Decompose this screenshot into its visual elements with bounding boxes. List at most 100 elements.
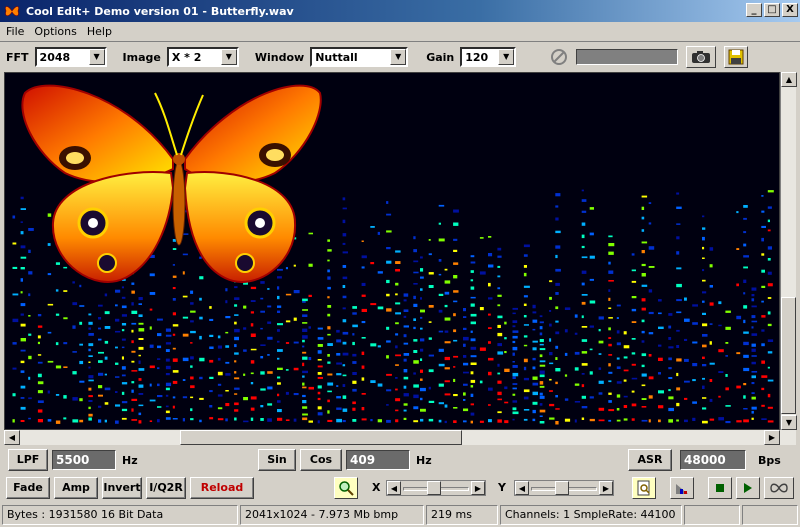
minimize-button[interactable]: _ [746, 3, 762, 17]
cos-button[interactable]: Cos [300, 449, 342, 471]
reload-button[interactable]: Reload [190, 477, 254, 499]
chevron-down-icon[interactable]: ▼ [498, 49, 515, 65]
spectrogram-streak [718, 417, 724, 421]
spectrogram-streak [182, 271, 185, 275]
spectrogram-streak [702, 377, 705, 380]
spectrogram-streak [743, 205, 748, 208]
lpf-value-field[interactable]: 5500 [52, 450, 116, 470]
amp-button[interactable]: Amp [54, 477, 98, 499]
fft-select[interactable]: 2048 ▼ [34, 47, 107, 67]
spectrogram-streak [199, 297, 202, 301]
scroll-left-button[interactable]: ◀ [4, 430, 20, 445]
spectrogram-streak [234, 321, 237, 325]
spectrogram-streak [725, 310, 731, 313]
menu-file[interactable]: File [6, 25, 24, 38]
menu-options[interactable]: Options [34, 25, 76, 38]
spectrogram-streak [444, 268, 448, 271]
play-button[interactable] [736, 477, 760, 499]
horizontal-scroll-thumb[interactable] [180, 430, 462, 445]
spectrogram-streak [342, 395, 347, 399]
scroll-up-button[interactable]: ▲ [781, 72, 797, 87]
spectrogram-streak [199, 397, 204, 400]
y-slider-thumb[interactable] [555, 481, 569, 495]
save-button[interactable] [724, 46, 749, 68]
spectrogram-streak [743, 217, 747, 220]
zoom-button[interactable] [334, 477, 358, 499]
asr-value-field[interactable]: 48000 [680, 450, 746, 470]
stop-button[interactable] [708, 477, 732, 499]
spectrogram-streak [225, 418, 228, 422]
y-slider-left-button[interactable]: ◀ [515, 481, 529, 495]
spectrogram-streak [497, 265, 501, 268]
spectrogram-view[interactable] [4, 72, 780, 430]
loop-button[interactable] [764, 477, 794, 499]
spectrogram-streak [403, 369, 408, 373]
spectrogram-streak [20, 196, 24, 200]
spectrogram-streak [63, 342, 68, 345]
spectrogram-streak [20, 338, 26, 342]
spectrogram-streak [352, 306, 357, 309]
spectrogram-streak [317, 372, 322, 375]
y-slider-right-button[interactable]: ▶ [599, 481, 613, 495]
iq2r-button[interactable]: I/Q2R [146, 477, 186, 499]
camera-button[interactable] [686, 46, 717, 68]
spectrogram-streak [658, 405, 664, 409]
vertical-scrollbar[interactable]: ▲ ▼ [780, 72, 797, 430]
spectrogram-streak [20, 267, 25, 270]
x-slider-left-button[interactable]: ◀ [387, 481, 401, 495]
vertical-scroll-thumb[interactable] [781, 297, 796, 414]
spectrogram-streak [79, 305, 85, 307]
scroll-right-button[interactable]: ▶ [764, 430, 780, 445]
spectrogram-streak [190, 418, 194, 421]
status-bitmap: 2041x1024 - 7.973 Mb bmp [240, 505, 424, 525]
spectrogram-streak [260, 297, 264, 300]
window-select[interactable]: Nuttall ▼ [310, 47, 409, 67]
spectrogram-streak [317, 327, 323, 330]
chevron-down-icon[interactable]: ▼ [88, 49, 105, 65]
spectrogram-streak [539, 385, 545, 388]
spectrogram-streak [267, 371, 273, 374]
image-select[interactable]: X * 2 ▼ [166, 47, 239, 67]
x-slider-right-button[interactable]: ▶ [471, 481, 485, 495]
chevron-down-icon[interactable]: ▼ [390, 49, 407, 65]
asr-button[interactable]: ASR [628, 449, 672, 471]
spectrogram-streak [497, 419, 502, 423]
spectrogram-streak [608, 371, 613, 374]
close-button[interactable]: X [782, 3, 798, 17]
x-zoom-slider[interactable]: ◀ ▶ [386, 480, 486, 496]
spectrogram-streak [98, 419, 102, 423]
spectrogram-streak [684, 358, 689, 362]
spectrogram-streak [386, 340, 391, 343]
spectrogram-streak [488, 357, 494, 361]
chart-button[interactable] [670, 477, 694, 499]
spectrogram-streak [37, 361, 43, 364]
spectrogram-streak [453, 209, 459, 213]
invert-button[interactable]: Invert [102, 477, 142, 499]
page-zoom-button[interactable] [632, 477, 656, 499]
spectrogram-streak [702, 312, 706, 315]
fade-button[interactable]: Fade [6, 477, 50, 499]
chevron-down-icon[interactable]: ▼ [220, 49, 237, 65]
spectrogram-streak [623, 331, 627, 335]
spectrogram-streak [413, 339, 418, 342]
spectrogram-streak [361, 266, 365, 269]
sin-button[interactable]: Sin [258, 449, 296, 471]
maximize-button[interactable]: □ [764, 3, 780, 17]
menu-help[interactable]: Help [87, 25, 112, 38]
spectrogram-streak [453, 355, 459, 358]
horizontal-scrollbar[interactable]: ◀ ▶ [4, 430, 796, 445]
spectrogram-streak [702, 334, 708, 337]
spectrogram-streak [718, 371, 724, 373]
scroll-down-button[interactable]: ▼ [781, 415, 797, 430]
x-slider-thumb[interactable] [427, 481, 441, 495]
gain-select[interactable]: 120 ▼ [460, 47, 517, 67]
spectrogram-streak [115, 304, 118, 307]
spectrogram-streak [523, 324, 529, 326]
spectrogram-streak [702, 385, 705, 389]
frequency-field[interactable]: 409 [346, 450, 410, 470]
spectrogram-streak [250, 396, 257, 400]
spectrogram-streak [532, 409, 536, 414]
lpf-button[interactable]: LPF [8, 449, 48, 471]
spectrogram-streak [668, 325, 672, 329]
y-zoom-slider[interactable]: ◀ ▶ [514, 480, 614, 496]
